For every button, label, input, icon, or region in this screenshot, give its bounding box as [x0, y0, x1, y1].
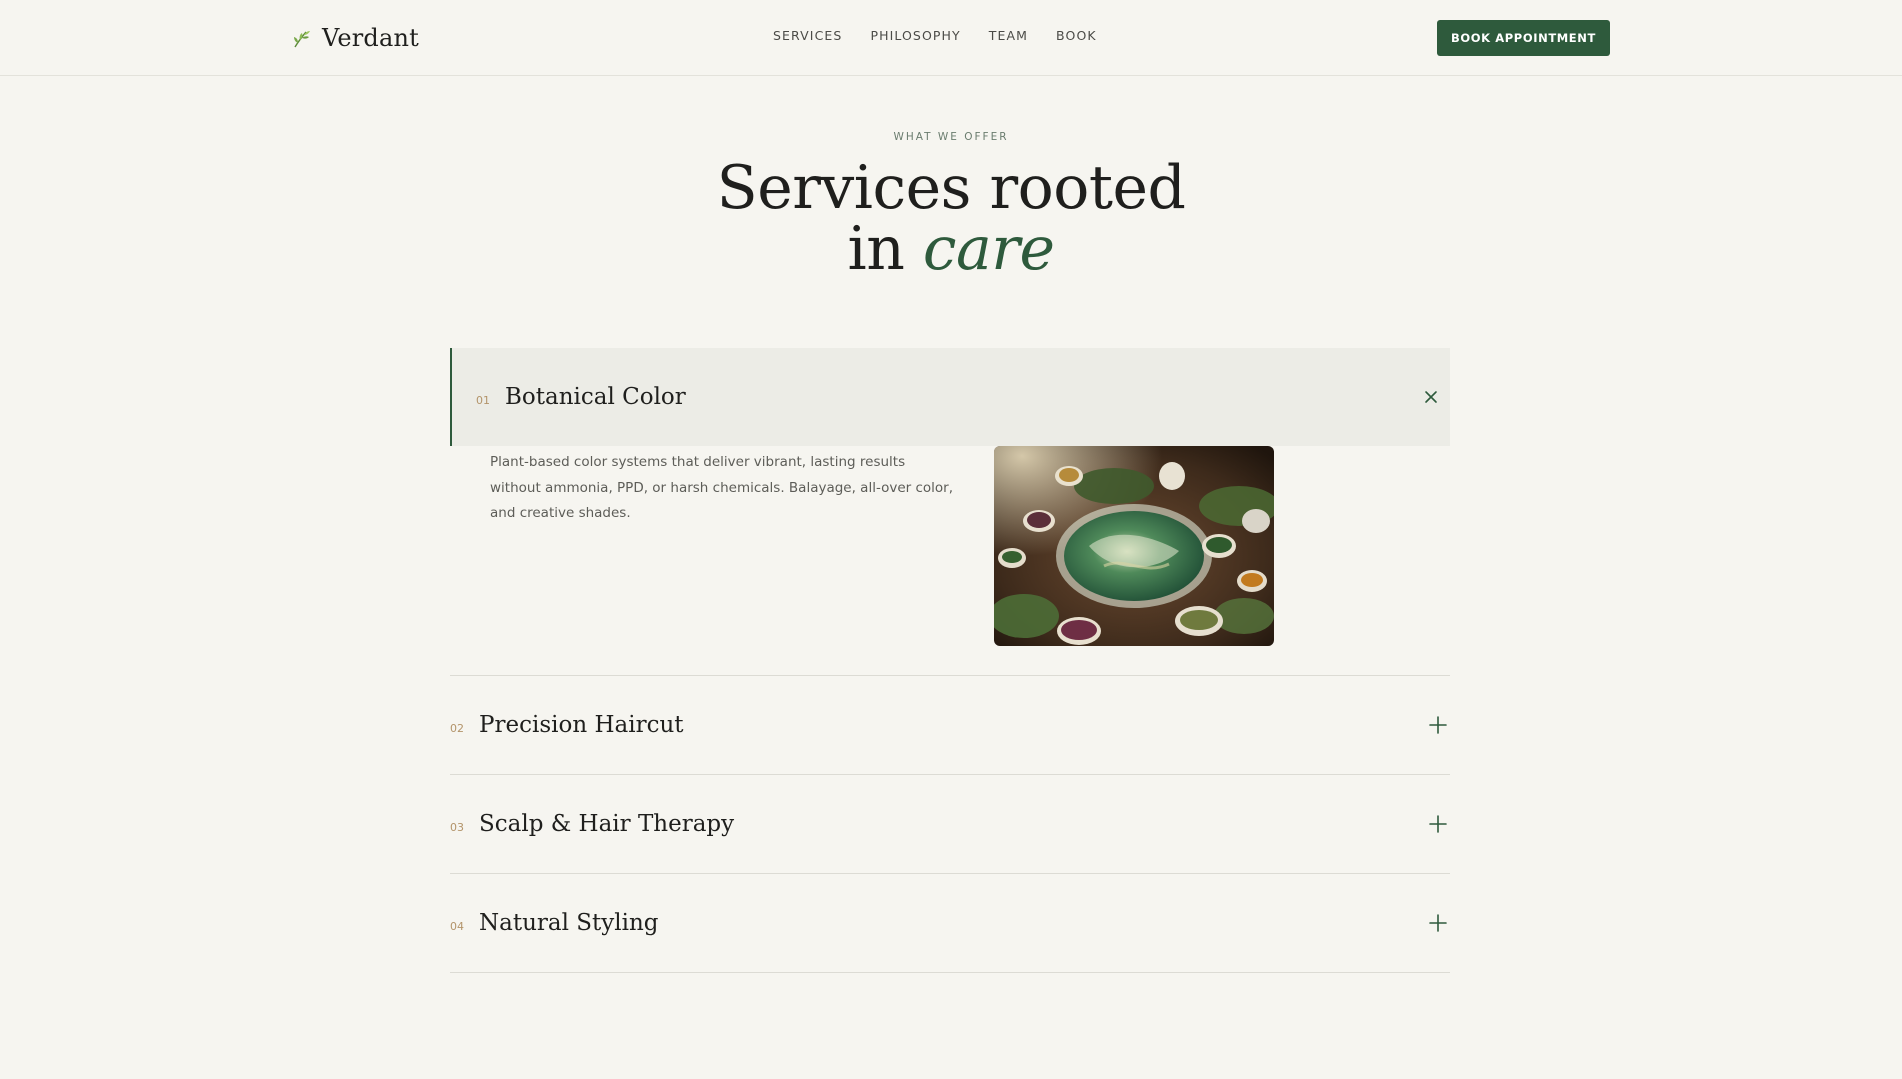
plus-icon[interactable]	[1427, 912, 1449, 934]
service-header[interactable]: 02 Precision Haircut	[450, 676, 1450, 774]
service-panel-botanical-color: Plant-based color systems that deliver v…	[450, 446, 1450, 676]
services-accordion: 01 Botanical Color Plant-based color sys…	[450, 348, 1450, 973]
service-header[interactable]: 04 Natural Styling	[450, 874, 1450, 972]
service-title: Scalp & Hair Therapy	[479, 811, 735, 837]
service-item-botanical-color[interactable]: 01 Botanical Color	[450, 348, 1450, 446]
plus-icon[interactable]	[1427, 813, 1449, 835]
section-title: Services rooted in care	[0, 158, 1902, 280]
brand-name: Verdant	[322, 24, 419, 52]
leaf-icon	[294, 31, 310, 48]
service-title: Precision Haircut	[479, 712, 684, 738]
section-eyebrow: WHAT WE OFFER	[893, 131, 1009, 143]
site-header: Verdant SERVICES PHILOSOPHY TEAM BOOK BO…	[0, 0, 1902, 76]
service-item-scalp-hair-therapy[interactable]: 03 Scalp & Hair Therapy	[450, 775, 1450, 874]
service-title: Botanical Color	[505, 384, 686, 410]
service-number: 02	[450, 721, 464, 735]
service-item-precision-haircut[interactable]: 02 Precision Haircut	[450, 676, 1450, 775]
service-number: 01	[476, 393, 490, 407]
service-header[interactable]: 03 Scalp & Hair Therapy	[450, 775, 1450, 873]
service-number: 03	[450, 820, 464, 834]
plus-icon[interactable]	[1427, 714, 1449, 736]
section-title-accent: care	[922, 214, 1055, 284]
main-nav: SERVICES PHILOSOPHY TEAM BOOK	[773, 28, 1097, 43]
nav-services[interactable]: SERVICES	[773, 28, 842, 43]
nav-team[interactable]: TEAM	[989, 28, 1028, 43]
service-number: 04	[450, 919, 464, 933]
section-title-line1: Services rooted	[716, 153, 1186, 223]
service-item-natural-styling[interactable]: 04 Natural Styling	[450, 874, 1450, 973]
service-description: Plant-based color systems that deliver v…	[490, 454, 954, 521]
book-appointment-button[interactable]: BOOK APPOINTMENT	[1437, 20, 1610, 56]
close-icon[interactable]	[1420, 386, 1442, 408]
logo[interactable]: Verdant	[291, 18, 419, 58]
botanical-color-image	[994, 446, 1274, 646]
section-title-line2-prefix: in	[847, 214, 923, 284]
nav-philosophy[interactable]: PHILOSOPHY	[870, 28, 960, 43]
nav-book[interactable]: BOOK	[1056, 28, 1097, 43]
service-title: Natural Styling	[479, 910, 659, 936]
